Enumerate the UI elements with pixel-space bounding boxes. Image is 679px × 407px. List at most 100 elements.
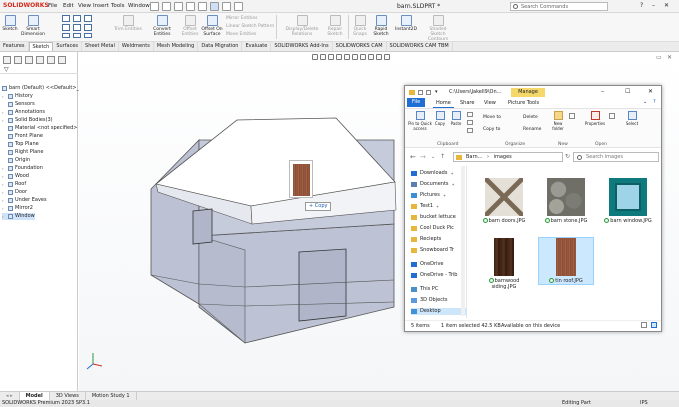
- paste-icon: [451, 111, 461, 120]
- new-folder-icon: [553, 111, 563, 120]
- tab-view[interactable]: View: [481, 99, 499, 107]
- pin-icon[interactable]: ✦: [452, 181, 455, 188]
- nav-item[interactable]: Pictures ✦: [411, 192, 446, 199]
- status-mode: Editing Part: [562, 400, 591, 406]
- sync-status-icon: [488, 278, 494, 283]
- nav-item[interactable]: This PC: [411, 286, 438, 293]
- address-bar[interactable]: Barn... › images: [453, 152, 563, 162]
- folder-icon: [411, 204, 417, 209]
- doc-icon: [411, 182, 417, 187]
- group-organize: Organize: [505, 142, 526, 147]
- nav-scrollbar[interactable]: [461, 166, 465, 316]
- paste-shortcut-icon[interactable]: [467, 128, 473, 133]
- properties-icon[interactable]: [418, 89, 423, 95]
- group-clipboard: Clipboard: [437, 142, 459, 147]
- pin-icon[interactable]: ✦: [450, 170, 453, 177]
- file-item[interactable]: barn doors.JPG: [477, 178, 531, 224]
- back-arrow-icon[interactable]: ←: [410, 153, 416, 161]
- breadcrumb-images[interactable]: images: [494, 154, 512, 160]
- forward-arrow-icon[interactable]: →: [420, 153, 426, 161]
- pic-icon: [411, 193, 417, 198]
- tab-home[interactable]: Home: [433, 99, 454, 108]
- nav-item[interactable]: bucket lettuce: [411, 214, 456, 221]
- nav-item[interactable]: Snowboard Tr: [411, 247, 454, 254]
- details-view-icon[interactable]: [641, 322, 647, 328]
- copy-to-button[interactable]: Copy to: [483, 127, 500, 132]
- pin-quick-access-button[interactable]: Pin to Quick access: [407, 111, 433, 131]
- select-icon: [627, 111, 637, 120]
- close-icon[interactable]: ✕: [648, 88, 653, 95]
- nav-item[interactable]: 3D Objects: [411, 297, 448, 304]
- pin-icon[interactable]: ✦: [443, 192, 446, 199]
- properties-button[interactable]: Properties: [583, 111, 607, 126]
- new-item-icon[interactable]: [569, 113, 575, 119]
- file-item[interactable]: tin roof.JPG: [538, 237, 594, 285]
- tab-motion-study[interactable]: Motion Study 1: [86, 392, 137, 400]
- move-to-button[interactable]: Move to: [483, 115, 501, 120]
- tab-file[interactable]: File: [407, 98, 425, 107]
- tab-picture-tools[interactable]: Picture Tools: [505, 99, 542, 107]
- delete-button[interactable]: Delete: [523, 115, 538, 120]
- help-icon[interactable]: ?: [653, 99, 656, 105]
- desk-icon: [411, 309, 417, 314]
- group-new: New: [558, 142, 568, 147]
- download-icon: [411, 171, 417, 176]
- open-icon[interactable]: [609, 113, 615, 119]
- copy-button[interactable]: Copy: [433, 111, 447, 126]
- file-name: barn doors.JPG: [482, 218, 525, 224]
- refresh-icon[interactable]: ↻: [565, 153, 570, 160]
- nav-item[interactable]: OneDrive - Trib: [411, 272, 457, 279]
- house-door: [298, 248, 347, 322]
- tab-share[interactable]: Share: [457, 99, 477, 107]
- nav-item[interactable]: OneDrive: [411, 261, 444, 268]
- large-icons-view-icon[interactable]: [651, 322, 657, 328]
- new-folder-button[interactable]: New folder: [549, 111, 567, 131]
- tab-3d-views[interactable]: 3D Views: [50, 392, 86, 400]
- breadcrumb-barn[interactable]: Barn...: [466, 154, 482, 160]
- expand-ribbon-icon[interactable]: ⌄: [643, 99, 647, 105]
- sync-status-icon: [549, 278, 555, 283]
- file-item[interactable]: barnwood siding.JPG: [477, 238, 531, 290]
- status-selection: 1 item selected 42.5 KB: [441, 323, 501, 329]
- recent-dropdown-icon[interactable]: ⌄: [431, 154, 435, 160]
- status-divider: [405, 320, 661, 321]
- new-folder-icon[interactable]: [426, 89, 431, 95]
- file-explorer-window: ▾ C:\Users\Jakell9\On... Manage – ☐ ✕ Fi…: [404, 85, 662, 332]
- up-arrow-icon[interactable]: ↑: [440, 153, 445, 160]
- status-bar: SOLIDWORKS Premium 2023 SP3.1 Editing Pa…: [0, 400, 679, 407]
- rename-button[interactable]: Rename: [523, 127, 541, 132]
- thumbnail-image: [609, 178, 647, 216]
- cloud-icon: [411, 273, 417, 278]
- cut-icon[interactable]: [467, 112, 473, 117]
- file-name: barn stone.JPG: [544, 218, 587, 224]
- nav-item[interactable]: Cool Duck Pic: [411, 225, 454, 232]
- pin-icon[interactable]: ✦: [436, 203, 439, 210]
- nav-item[interactable]: Desktop: [411, 308, 467, 315]
- tab-manage[interactable]: Manage: [511, 88, 545, 97]
- select-button[interactable]: Select: [623, 111, 641, 126]
- thumbnail-image: [494, 238, 514, 276]
- maximize-icon[interactable]: ☐: [625, 88, 630, 95]
- tab-nav-arrows[interactable]: ◂ ▸: [0, 392, 20, 400]
- file-item[interactable]: barn window.JPG: [601, 178, 655, 224]
- nav-item[interactable]: Downloads ✦: [411, 170, 454, 177]
- status-units[interactable]: IPS: [640, 400, 648, 407]
- nav-item[interactable]: Documents ✦: [411, 181, 455, 188]
- pc-icon: [411, 287, 417, 292]
- tab-model[interactable]: Model: [19, 392, 50, 400]
- copy-path-icon[interactable]: [467, 120, 473, 125]
- folder-icon: [409, 89, 415, 95]
- sync-status-icon: [604, 218, 610, 223]
- file-item[interactable]: barn stone.JPG: [539, 178, 593, 224]
- dropdown-icon[interactable]: ▾: [435, 89, 438, 95]
- triad-icon: [86, 353, 103, 370]
- obj-icon: [411, 298, 417, 303]
- thumbnail-image: [547, 178, 585, 216]
- minimize-icon[interactable]: –: [601, 88, 604, 95]
- explorer-search-input[interactable]: Search images: [573, 152, 659, 162]
- sync-status-icon: [544, 218, 550, 223]
- nav-item[interactable]: Reciepts: [411, 236, 441, 243]
- nav-item[interactable]: Test1 ✦: [411, 203, 439, 210]
- group-open: Open: [595, 142, 608, 147]
- paste-button[interactable]: Paste: [449, 111, 463, 126]
